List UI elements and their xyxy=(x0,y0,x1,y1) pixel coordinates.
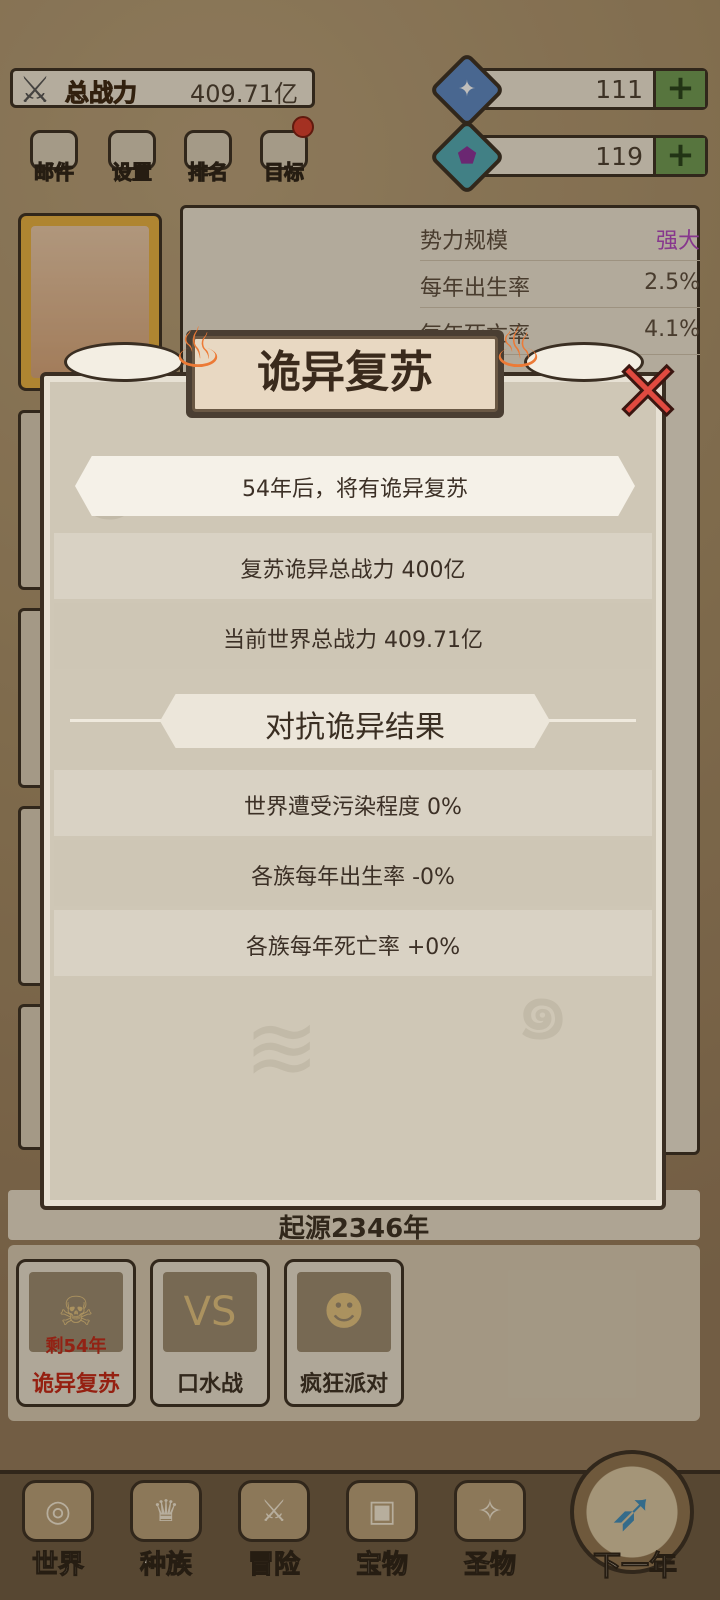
section-divider-left xyxy=(70,719,170,722)
birth-rate-row: 各族每年出生率 -0% xyxy=(54,840,652,906)
tribal-decoration-icon: ≋ xyxy=(244,996,320,1101)
revival-power-row: 复苏诡异总战力 400亿 xyxy=(54,533,652,599)
revival-countdown-banner: 54年后，将有诡异复苏 xyxy=(75,456,635,516)
section-title: 对抗诡异结果 xyxy=(160,694,550,748)
section-divider-right xyxy=(540,719,636,722)
death-rate-row: 各族每年死亡率 +0% xyxy=(54,910,652,976)
close-button[interactable]: ✕ xyxy=(604,347,692,438)
pollution-row: 世界遭受污染程度 0% xyxy=(54,770,652,836)
world-power-row: 当前世界总战力 409.71亿 xyxy=(54,603,652,669)
dialog-title: 诡异复苏 xyxy=(257,347,433,398)
